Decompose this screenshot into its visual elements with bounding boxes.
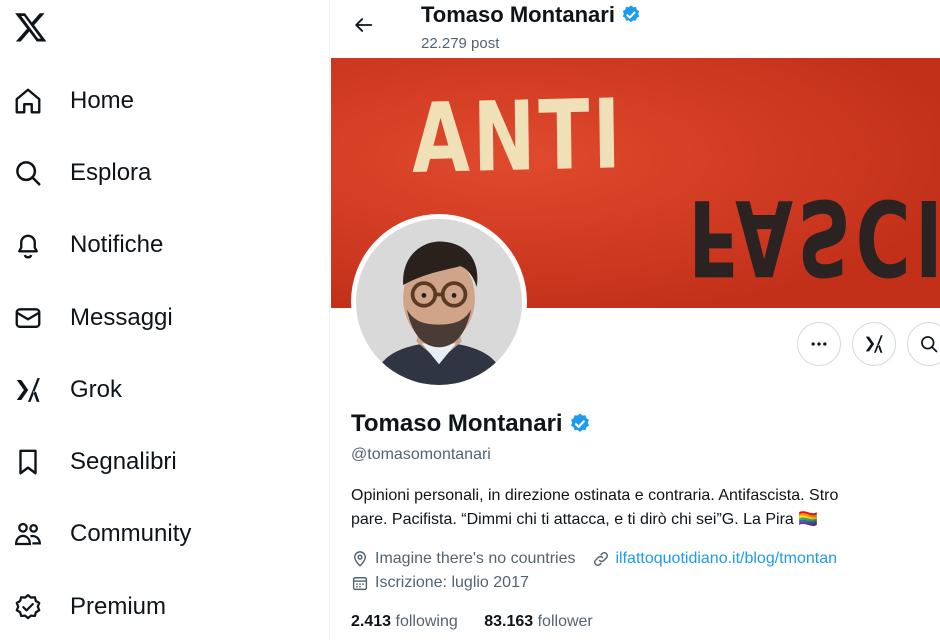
x-logo-icon[interactable] <box>14 10 48 44</box>
profile-column: Tomaso Montanari 22.279 post ANTI FASCIS <box>331 0 940 640</box>
avatar-portrait-icon <box>356 219 522 385</box>
sidebar-item-label: Grok <box>70 376 123 403</box>
ellipsis-icon <box>811 342 827 346</box>
avatar[interactable] <box>351 214 527 390</box>
sidebar-item-community[interactable]: Community <box>0 506 300 562</box>
followers-link[interactable]: 83.163 follower <box>484 613 593 630</box>
sidebar-item-label: Home <box>70 87 135 114</box>
sidebar-item-label: Segnalibri <box>70 448 177 475</box>
post-count: 22.279 post <box>421 35 500 52</box>
mail-icon <box>0 290 56 346</box>
sidebar-item-bookmarks[interactable]: Segnalibri <box>0 434 300 490</box>
bio-line: pare. Pacifista. “Dimmi chi ti attacca, … <box>351 511 819 528</box>
banner-text-bottom: FASCIS <box>688 176 940 298</box>
profile-meta: Imagine there's no countries ilfattoquot… <box>351 550 837 568</box>
search-profile-button[interactable] <box>907 322 940 366</box>
sidebar-item-label: Esplora <box>70 159 152 186</box>
verified-badge-icon[interactable] <box>568 412 592 436</box>
sidebar: Home Esplora Notifiche Messaggi Grok Seg… <box>0 0 330 640</box>
follower-count: 83.163 <box>484 613 534 630</box>
profile-website-link[interactable]: ilfattoquotidiano.it/blog/tmontan <box>616 550 837 568</box>
location-icon <box>354 551 366 567</box>
back-arrow-icon[interactable] <box>349 10 379 40</box>
banner-text-top: ANTI <box>411 78 625 195</box>
grok-icon <box>0 362 56 418</box>
search-icon <box>921 336 938 353</box>
profile-name: Tomaso Montanari <box>351 410 592 438</box>
follow-stats: 2.413 following 83.163 follower <box>351 613 593 631</box>
profile-bio: Opinioni personali, in direzione ostinat… <box>351 484 940 532</box>
joined-date: Iscrizione: luglio 2017 <box>375 574 529 591</box>
verified-badge-icon <box>622 5 640 23</box>
profile-display-name: Tomaso Montanari <box>351 410 563 437</box>
grok-button[interactable] <box>852 322 896 366</box>
sidebar-item-grok[interactable]: Grok <box>0 362 300 418</box>
profile-location: Imagine there's no countries <box>375 550 576 567</box>
sidebar-item-label: Community <box>70 520 192 547</box>
sidebar-item-messages[interactable]: Messaggi <box>0 290 300 346</box>
grok-icon <box>865 335 883 353</box>
calendar-icon <box>352 577 368 591</box>
home-icon <box>0 73 56 129</box>
sidebar-item-label: Notifiche <box>70 231 164 258</box>
people-icon <box>0 506 56 562</box>
bio-line: Opinioni personali, in direzione ostinat… <box>351 487 839 504</box>
sidebar-item-premium[interactable]: Premium <box>0 579 300 635</box>
following-label: following <box>395 613 458 630</box>
profile-joined: Iscrizione: luglio 2017 <box>351 574 529 592</box>
following-link[interactable]: 2.413 following <box>351 613 458 630</box>
sidebar-item-home[interactable]: Home <box>0 73 300 129</box>
sidebar-item-explore[interactable]: Esplora <box>0 145 300 201</box>
sidebar-item-label: Messaggi <box>70 304 173 331</box>
header-name: Tomaso Montanari <box>421 2 615 27</box>
premium-icon <box>0 579 56 635</box>
following-count: 2.413 <box>351 613 392 630</box>
follower-label: follower <box>537 613 593 630</box>
more-options-button[interactable] <box>797 322 841 366</box>
header-title: Tomaso Montanari <box>421 2 642 28</box>
sidebar-item-notifications[interactable]: Notifiche <box>0 217 300 273</box>
profile-handle: @tomasomontanari <box>351 446 491 463</box>
sidebar-item-label: Premium <box>70 593 167 620</box>
search-icon <box>0 145 56 201</box>
profile-header-bar: Tomaso Montanari 22.279 post <box>331 0 940 58</box>
bookmark-icon <box>0 434 56 490</box>
link-icon <box>593 552 608 566</box>
bell-icon <box>0 217 56 273</box>
